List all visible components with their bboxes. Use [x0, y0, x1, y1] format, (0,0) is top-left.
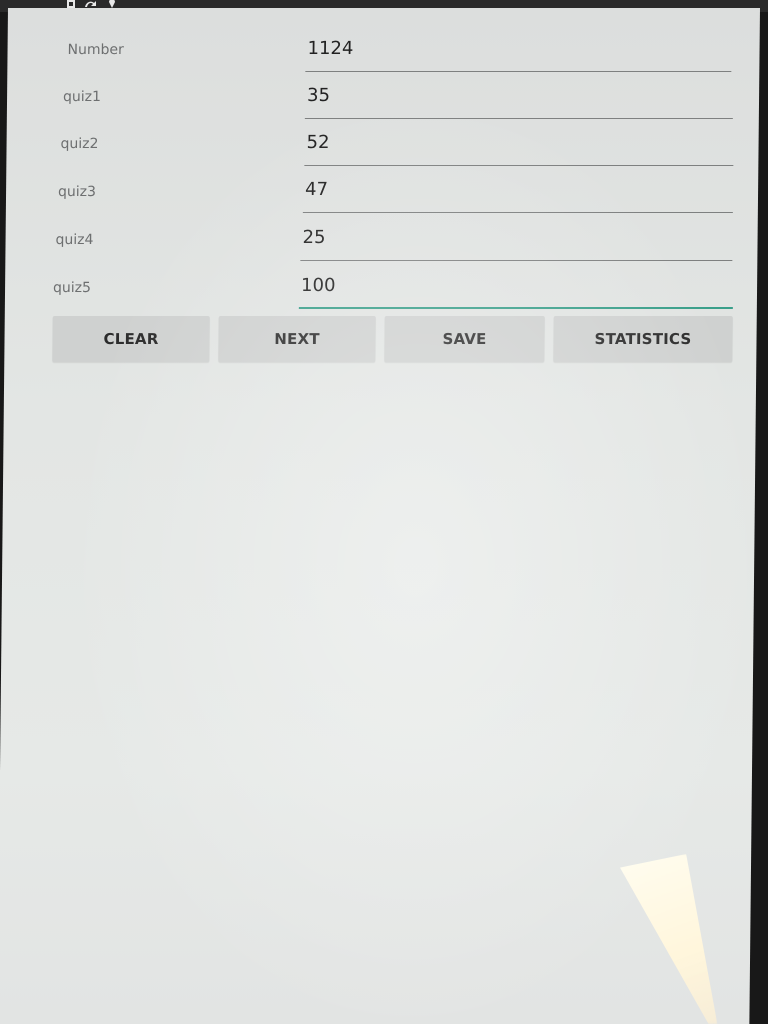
- quiz1-row: quiz1 35: [7, 79, 760, 127]
- quiz1-label: quiz1: [62, 89, 102, 105]
- quiz2-row: quiz2 52: [6, 126, 759, 174]
- statistics-button[interactable]: STATISTICS: [553, 316, 733, 362]
- quiz1-field[interactable]: 35: [304, 85, 733, 119]
- quiz5-value: 100: [300, 275, 336, 296]
- quiz5-field[interactable]: 100: [298, 275, 733, 309]
- quiz5-label: quiz5: [52, 280, 92, 296]
- quiz4-value: 25: [302, 227, 326, 248]
- quiz1-field-underline: [304, 118, 733, 119]
- quiz2-field[interactable]: 52: [304, 132, 734, 166]
- quiz5-row: quiz5 100: [5, 270, 758, 318]
- quiz3-field-underline: [302, 212, 733, 213]
- quiz4-field[interactable]: 25: [300, 227, 733, 261]
- sync-icon: [85, 1, 96, 7]
- quiz4-field-underline: [300, 260, 733, 261]
- clear-button[interactable]: CLEAR: [52, 316, 210, 362]
- quiz3-row: quiz3 47: [6, 174, 759, 222]
- quiz4-label: quiz4: [55, 232, 94, 248]
- number-row: Number 1124: [7, 32, 760, 80]
- save-button[interactable]: SAVE: [384, 316, 545, 362]
- quiz3-field[interactable]: 47: [302, 179, 733, 213]
- screen-glare: [607, 854, 719, 1024]
- app-screen: Number 1124 quiz1 35 quiz2 52 quiz3 47 q…: [0, 8, 760, 1024]
- quiz2-value: 52: [306, 132, 330, 153]
- quiz5-field-underline: [298, 307, 733, 309]
- number-field-underline: [305, 71, 732, 72]
- quiz2-field-underline: [304, 165, 734, 166]
- next-button[interactable]: NEXT: [218, 316, 376, 362]
- sim-card-icon: [67, 0, 75, 8]
- quiz3-value: 47: [304, 179, 329, 200]
- quiz1-value: 35: [306, 85, 331, 106]
- quiz4-row: quiz4 25: [5, 222, 758, 270]
- status-icons: [66, 0, 116, 8]
- quiz2-label: quiz2: [60, 136, 99, 152]
- number-label: Number: [67, 42, 124, 58]
- action-buttons: CLEAR NEXT SAVE STATISTICS: [4, 316, 757, 364]
- quiz3-label: quiz3: [57, 184, 97, 200]
- tablet-device: Number 1124 quiz1 35 quiz2 52 quiz3 47 q…: [0, 0, 768, 1024]
- location-pin-icon: [109, 0, 115, 8]
- number-field[interactable]: 1124: [305, 38, 732, 72]
- number-value: 1124: [307, 38, 354, 59]
